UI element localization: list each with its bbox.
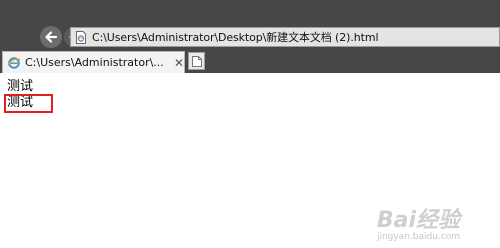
- tab-strip: C:\Users\Administrator\... ✕: [0, 50, 500, 73]
- tab-active[interactable]: C:\Users\Administrator\... ✕: [2, 51, 185, 73]
- close-icon[interactable]: ✕: [174, 57, 184, 69]
- page-text-line: 测试: [7, 79, 34, 94]
- page-icon: [74, 30, 88, 44]
- watermark-url: jingyan.baidu.com: [376, 232, 460, 242]
- new-tab-button[interactable]: [188, 52, 205, 70]
- new-tab-icon: [191, 55, 202, 67]
- ie-icon: [7, 56, 21, 70]
- back-button[interactable]: [40, 26, 62, 48]
- address-bar[interactable]: C:\Users\Administrator\Desktop\新建文本文档 (2…: [70, 27, 500, 47]
- address-url: C:\Users\Administrator\Desktop\新建文本文档 (2…: [92, 31, 379, 44]
- browser-titlebar: C:\Users\Administrator\Desktop\新建文本文档 (2…: [0, 0, 500, 50]
- watermark-logo: Bai经验: [376, 208, 460, 233]
- tab-label: C:\Users\Administrator\...: [25, 56, 164, 69]
- arrow-left-icon: [45, 31, 58, 43]
- highlight-box: [4, 94, 53, 113]
